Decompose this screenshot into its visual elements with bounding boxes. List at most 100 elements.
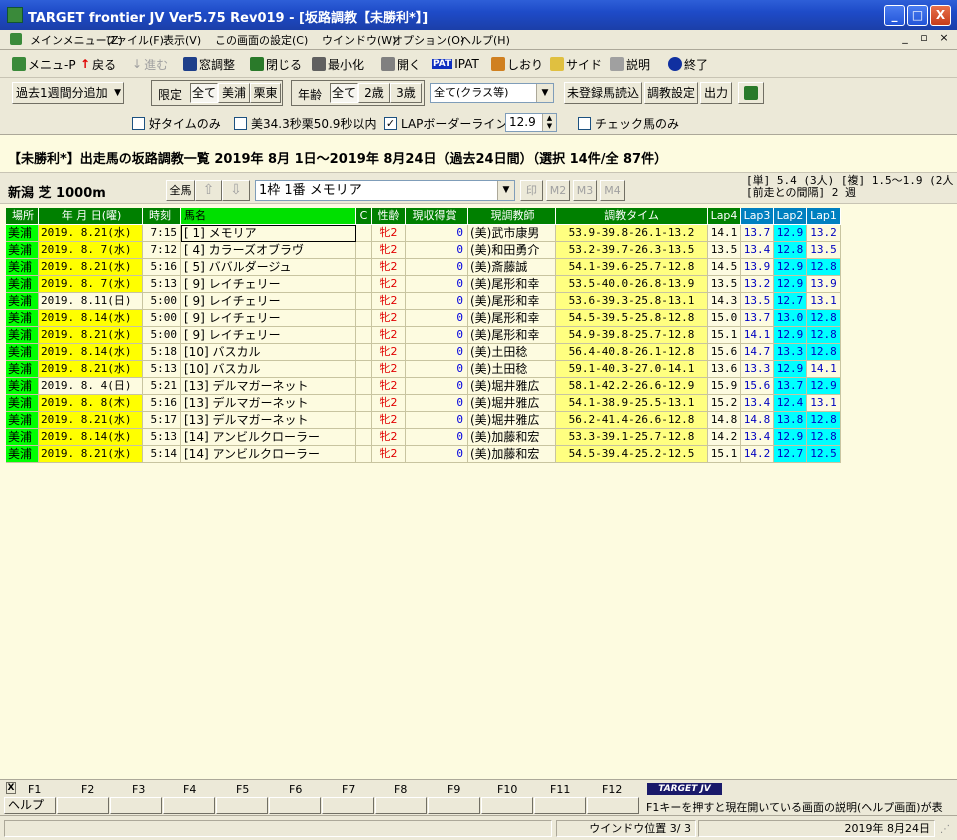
cell-c[interactable] <box>356 310 372 327</box>
fkey-button-11[interactable] <box>534 797 586 814</box>
cell-c[interactable] <box>356 446 372 463</box>
cell-sex-age[interactable]: 牝2 <box>372 429 406 446</box>
cell-lap2[interactable]: 13.3 <box>774 344 807 361</box>
cell-horse[interactable]: [10] バスカル <box>181 361 356 378</box>
check-horse-box[interactable] <box>578 117 591 130</box>
cell-place[interactable]: 美浦 <box>6 310 39 327</box>
header-training-time[interactable]: 調教タイム <box>556 208 708 225</box>
cell-sex-age[interactable]: 牝2 <box>372 446 406 463</box>
cell-sex-age[interactable]: 牝2 <box>372 259 406 276</box>
resize-grip-icon[interactable]: ⋰ <box>940 824 954 838</box>
cell-place[interactable]: 美浦 <box>6 344 39 361</box>
cell-lap1[interactable]: 12.9 <box>807 378 841 395</box>
cell-date[interactable]: 2019. 8.14(水) <box>39 429 143 446</box>
cell-place[interactable]: 美浦 <box>6 361 39 378</box>
cell-c[interactable] <box>356 293 372 310</box>
cell-prize[interactable]: 0 <box>406 446 468 463</box>
limit-miho-button[interactable]: 美浦 <box>218 83 250 103</box>
m4-button[interactable]: M4 <box>600 180 625 201</box>
cell-lap2[interactable]: 13.8 <box>774 412 807 429</box>
cell-lap2[interactable]: 12.9 <box>774 276 807 293</box>
load-unregistered-button[interactable]: 未登録馬読込 <box>564 82 642 104</box>
cell-training-time[interactable]: 56.4-40.8-26.1-12.8 <box>556 344 708 361</box>
fkey-button-7[interactable] <box>322 797 374 814</box>
cell-time[interactable]: 5:13 <box>143 361 181 378</box>
good-time-checkbox[interactable]: 好タイムのみ <box>132 115 221 132</box>
mdi-minimize-button[interactable]: _ <box>898 31 912 44</box>
header-c[interactable]: C <box>356 208 372 225</box>
cell-training-time[interactable]: 53.3-39.1-25.7-12.8 <box>556 429 708 446</box>
cell-sex-age[interactable]: 牝2 <box>372 395 406 412</box>
minimize-button[interactable]: _ <box>884 5 905 26</box>
cell-lap4[interactable]: 15.9 <box>708 378 741 395</box>
cell-c[interactable] <box>356 225 372 242</box>
cell-trainer[interactable]: (美)土田稔 <box>468 361 556 378</box>
cell-c[interactable] <box>356 276 372 293</box>
cell-place[interactable]: 美浦 <box>6 327 39 344</box>
cell-time[interactable]: 5:13 <box>143 429 181 446</box>
ipat-button[interactable]: PAT IPAT <box>432 55 479 73</box>
cell-date[interactable]: 2019. 8.14(水) <box>39 310 143 327</box>
fkey-button-1[interactable]: ヘルプ <box>4 797 56 814</box>
cell-trainer[interactable]: (美)堀井雅広 <box>468 378 556 395</box>
cell-trainer[interactable]: (美)尾形和幸 <box>468 327 556 344</box>
cell-horse[interactable]: [ 5] ババルダージュ <box>181 259 356 276</box>
spinner-arrows-icon[interactable]: ▲ ▼ <box>542 114 556 131</box>
cell-trainer[interactable]: (美)加藤和宏 <box>468 429 556 446</box>
table-row[interactable]: 美浦 2019. 8.21(水) 5:16[ 5] ババルダージュ 牝2 0 (美)斎藤誠… <box>6 259 841 276</box>
check-horse-checkbox[interactable]: チェック馬のみ <box>578 115 679 132</box>
cell-lap1[interactable]: 13.5 <box>807 242 841 259</box>
cell-sex-age[interactable]: 牝2 <box>372 242 406 259</box>
cell-trainer[interactable]: (美)尾形和幸 <box>468 276 556 293</box>
menu-file[interactable]: ファイル(F) <box>105 32 164 48</box>
cell-lap1[interactable]: 13.2 <box>807 225 841 242</box>
menu-option[interactable]: オプション(O) <box>392 32 464 48</box>
class-select[interactable]: 全て(クラス等) ▼ <box>430 83 554 103</box>
cell-lap2[interactable]: 12.4 <box>774 395 807 412</box>
cell-sex-age[interactable]: 牝2 <box>372 225 406 242</box>
cell-horse[interactable]: [ 4] カラーズオブラヴ <box>181 242 356 259</box>
cell-lap4[interactable]: 15.0 <box>708 310 741 327</box>
table-row[interactable]: 美浦 2019. 8. 7(水) 5:13[ 9] レイチェリー 牝2 0 (美)尾形和幸… <box>6 276 841 293</box>
cell-lap2[interactable]: 12.7 <box>774 446 807 463</box>
cell-c[interactable] <box>356 412 372 429</box>
cell-lap4[interactable]: 14.5 <box>708 259 741 276</box>
m2-button[interactable]: M2 <box>546 180 570 201</box>
cell-place[interactable]: 美浦 <box>6 412 39 429</box>
cell-lap4[interactable]: 13.5 <box>708 242 741 259</box>
cell-time[interactable]: 5:13 <box>143 276 181 293</box>
cell-lap3[interactable]: 13.9 <box>741 259 774 276</box>
mdi-close-button[interactable]: × <box>937 31 951 44</box>
cell-lap2[interactable]: 13.7 <box>774 378 807 395</box>
cell-prize[interactable]: 0 <box>406 395 468 412</box>
cell-prize[interactable]: 0 <box>406 429 468 446</box>
cell-lap3[interactable]: 13.4 <box>741 429 774 446</box>
cell-lap1[interactable]: 12.8 <box>807 327 841 344</box>
chevron-down-icon[interactable]: ▼ <box>497 181 514 200</box>
cell-place[interactable]: 美浦 <box>6 293 39 310</box>
menu-view[interactable]: 表示(V) <box>163 32 201 48</box>
window-adjust-button[interactable]: 窓調整 <box>183 55 235 73</box>
minimize-view-button[interactable]: 最小化 <box>312 55 364 73</box>
cell-training-time[interactable]: 53.5-40.0-26.8-13.9 <box>556 276 708 293</box>
cell-training-time[interactable]: 54.9-39.8-25.7-12.8 <box>556 327 708 344</box>
cell-training-time[interactable]: 53.9-39.8-26.1-13.2 <box>556 225 708 242</box>
header-horse[interactable]: 馬名 <box>181 208 356 225</box>
cell-place[interactable]: 美浦 <box>6 242 39 259</box>
cell-lap4[interactable]: 14.2 <box>708 429 741 446</box>
cell-horse[interactable]: [ 9] レイチェリー <box>181 293 356 310</box>
cell-sex-age[interactable]: 牝2 <box>372 293 406 310</box>
cell-place[interactable]: 美浦 <box>6 225 39 242</box>
cell-trainer[interactable]: (美)尾形和幸 <box>468 293 556 310</box>
cell-lap1[interactable]: 13.1 <box>807 395 841 412</box>
cell-lap3[interactable]: 15.6 <box>741 378 774 395</box>
chevron-down-icon[interactable]: ▼ <box>536 84 553 102</box>
cell-lap2[interactable]: 12.7 <box>774 293 807 310</box>
cell-horse[interactable]: [13] デルマガーネット <box>181 412 356 429</box>
cell-training-time[interactable]: 56.2-41.4-26.6-12.8 <box>556 412 708 429</box>
menu-screen-settings[interactable]: この画面の設定(C) <box>215 32 308 48</box>
app-icon[interactable] <box>7 7 23 23</box>
cell-horse[interactable]: [ 9] レイチェリー <box>181 276 356 293</box>
table-row[interactable]: 美浦 2019. 8.14(水) 5:00[ 9] レイチェリー 牝2 0 (美)尾形和幸… <box>6 310 841 327</box>
header-place[interactable]: 場所 <box>6 208 39 225</box>
